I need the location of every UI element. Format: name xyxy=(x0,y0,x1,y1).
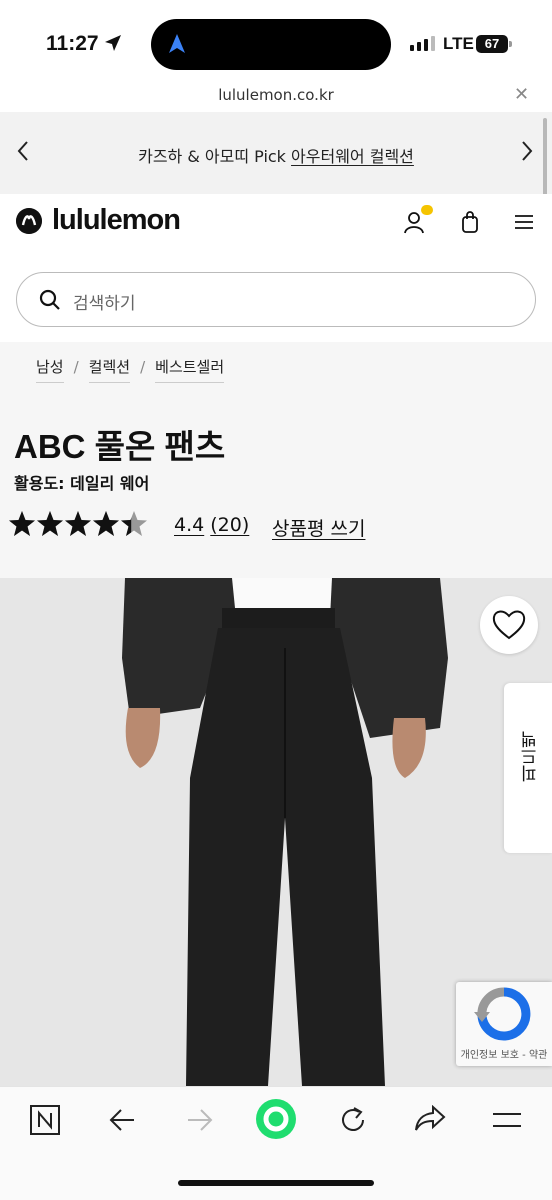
breadcrumb-separator: / xyxy=(73,357,79,376)
lululemon-logo-icon[interactable] xyxy=(16,208,42,234)
close-icon[interactable]: ✕ xyxy=(514,84,529,105)
recaptcha-badge[interactable]: 개인정보 보호 - 약관 xyxy=(456,982,552,1066)
star-icon xyxy=(121,511,147,536)
site-header: lululemon xyxy=(0,194,552,258)
menu-icon[interactable] xyxy=(514,214,534,230)
forward-arrow-icon[interactable] xyxy=(186,1107,214,1133)
review-count[interactable]: (20) xyxy=(210,514,249,536)
search-input[interactable]: 검색하기 xyxy=(16,272,536,327)
rating-value[interactable]: 4.4 xyxy=(174,514,204,536)
recaptcha-text[interactable]: 개인정보 보호 - 약관 xyxy=(456,1046,552,1061)
home-indicator[interactable] xyxy=(178,1180,374,1186)
search-icon xyxy=(39,289,60,310)
logo-wordmark[interactable]: lululemon xyxy=(52,204,181,237)
promo-text[interactable]: 카즈하 & 아모띠 Pick 아우터웨어 컬렉션 xyxy=(0,143,552,167)
star-icon xyxy=(9,511,35,536)
shopping-bag-icon[interactable] xyxy=(461,210,479,234)
clock: 11:27 xyxy=(46,32,99,55)
promo-link[interactable]: 아우터웨어 컬렉션 xyxy=(291,147,414,166)
status-bar: 11:27 LTE 67 xyxy=(0,0,552,82)
chevron-right-icon[interactable] xyxy=(520,140,534,162)
search-placeholder: 검색하기 xyxy=(73,294,136,314)
location-arrow-icon xyxy=(105,35,121,51)
product-usage: 활용도: 데일리 웨어 xyxy=(14,474,150,493)
navigation-arrow-icon xyxy=(169,34,185,53)
feedback-tab[interactable]: 피드백 xyxy=(504,683,552,853)
write-review-link[interactable]: 상품평 쓰기 xyxy=(272,514,365,541)
product-title: ABC 풀온 팬츠 xyxy=(14,428,226,465)
menu-icon[interactable] xyxy=(492,1111,522,1129)
star-icon xyxy=(93,511,119,536)
breadcrumb-separator: / xyxy=(140,357,146,376)
signal-icon xyxy=(410,36,435,51)
star-icon xyxy=(37,511,63,536)
breadcrumb-item[interactable]: 베스트셀러 xyxy=(155,356,225,383)
rating-summary[interactable]: 4.4 (20) xyxy=(174,514,249,536)
naver-icon[interactable] xyxy=(30,1105,60,1135)
breadcrumb-item[interactable]: 컬렉션 xyxy=(88,356,131,383)
network-label: LTE xyxy=(443,34,474,53)
breadcrumb: 남성 / 컬렉션 / 베스트셀러 xyxy=(36,356,225,383)
feedback-label: 피드백 xyxy=(521,731,541,782)
heart-icon xyxy=(492,610,526,640)
battery-tip xyxy=(509,41,512,47)
reload-icon[interactable] xyxy=(338,1105,368,1135)
promo-prefix: 카즈하 & 아모띠 Pick xyxy=(138,147,292,166)
wishlist-button[interactable] xyxy=(480,596,538,654)
url-bar[interactable]: lululemon.co.kr ✕ xyxy=(0,82,552,112)
battery-icon: 67 xyxy=(476,35,508,53)
product-info: 남성 / 컬렉션 / 베스트셀러 ABC 풀온 팬츠 활용도: 데일리 웨어 4… xyxy=(0,342,552,578)
back-arrow-icon[interactable] xyxy=(108,1107,136,1133)
promo-banner: 카즈하 & 아모띠 Pick 아우터웨어 컬렉션 xyxy=(0,112,552,194)
share-icon[interactable] xyxy=(414,1105,446,1133)
url-text[interactable]: lululemon.co.kr xyxy=(0,86,552,104)
dynamic-island xyxy=(151,19,391,70)
star-rating[interactable] xyxy=(8,510,148,538)
breadcrumb-item[interactable]: 남성 xyxy=(36,356,64,383)
star-icon xyxy=(65,511,91,536)
green-dot-icon[interactable] xyxy=(254,1097,298,1141)
notification-dot xyxy=(421,205,433,215)
recaptcha-icon xyxy=(474,987,531,1041)
